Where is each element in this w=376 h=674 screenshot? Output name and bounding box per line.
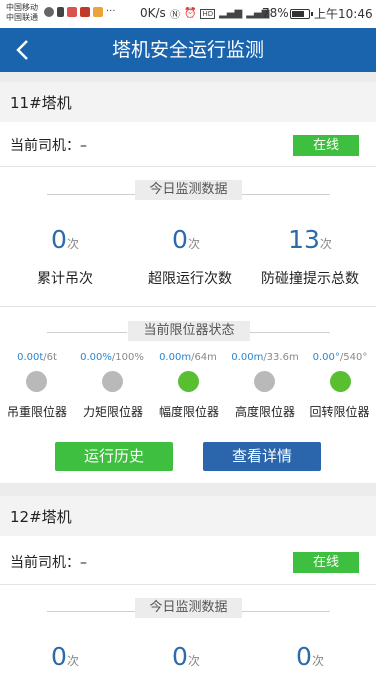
limiter-status-dot (178, 371, 199, 392)
limiter-max: /6t (43, 352, 57, 363)
stat-label: 超限运行次数 (148, 271, 232, 287)
limiter-name: 高度限位器 (234, 405, 295, 419)
stat-value: 0 (51, 225, 67, 254)
wechat-icon (44, 6, 54, 17)
limiter-current: 0.00m (159, 352, 192, 363)
limiter-current: 0.00t (17, 352, 44, 363)
back-arrow-glyph (16, 40, 28, 60)
current-driver: 当前司机：– (10, 555, 87, 571)
stat-unit: 次 (187, 654, 200, 668)
limiter-value-moment: 0.00%/100% (76, 352, 148, 363)
divider (0, 166, 376, 167)
app-icon (67, 6, 77, 17)
clock: 上午10:46 (314, 7, 373, 21)
stat-unit: 次 (66, 237, 79, 251)
notification-icons: ··· (44, 6, 116, 17)
page-title: 塔机安全运行监测 (111, 39, 264, 61)
limiter-name: 幅度限位器 (158, 405, 219, 419)
stat-label: 防碰撞提示总数 (261, 271, 359, 287)
limiter-name: 吊重限位器 (6, 405, 67, 419)
limiter-max: /100% (111, 352, 144, 363)
battery-percent: 78% (262, 6, 289, 20)
status-bar: 中国移动 中国联通 ··· 0K/s Ⓝ ⏰ HD ▂▄▆ ▂▄▆ 78% 上午… (0, 0, 376, 28)
stat-unit: 次 (66, 654, 79, 668)
online-status-badge: 在线 (293, 135, 359, 156)
crane-card-header: 12#塔机 (0, 496, 376, 536)
stat-value: 0 (172, 642, 188, 671)
stat-value: 13 (288, 225, 320, 254)
system-icons: Ⓝ ⏰ HD ▂▄▆ ▂▄▆ (170, 6, 269, 21)
section-rule-right (242, 611, 330, 612)
carrier-labels: 中国移动 中国联通 (6, 3, 38, 23)
run-history-button[interactable]: 运行历史 (55, 442, 173, 471)
carrier-1: 中国移动 (6, 3, 38, 12)
limiter-status-dot (102, 371, 123, 392)
limiter-value-slewing: 0.00°/540° (304, 352, 376, 363)
divider (0, 584, 376, 585)
limiter-status-title: 当前限位器状态 (128, 321, 250, 341)
limiter-status-dot (26, 371, 47, 392)
section-rule-left (47, 611, 135, 612)
stat-label: 累计吊次 (37, 271, 93, 287)
today-data-title: 今日监测数据 (135, 598, 242, 618)
current-driver: 当前司机：– (10, 138, 87, 154)
gallery-icon (93, 6, 103, 17)
hd-icon: HD (200, 8, 216, 19)
stat-value: 0 (172, 225, 188, 254)
limiter-value-radius: 0.00m/64m (152, 352, 224, 363)
more-icon: ··· (106, 6, 116, 17)
stat-lift-count: 0次 (20, 225, 110, 254)
view-details-button[interactable]: 查看详情 (203, 442, 321, 471)
nfc-icon: Ⓝ (170, 10, 180, 21)
stat-unit: 次 (311, 654, 324, 668)
online-status-badge: 在线 (293, 552, 359, 573)
limiter-max: /33.6m (263, 352, 299, 363)
section-rule-left (47, 332, 127, 333)
limiter-value-load: 0.00t/6t (1, 352, 73, 363)
stat-overlimit-count: 0次 (141, 225, 231, 254)
crane-card-body: 当前司机：– 在线 今日监测数据 0次 0次 0次 (0, 536, 376, 674)
carrier-2: 中国联通 (6, 13, 38, 22)
sim-icon (57, 6, 64, 17)
battery-fill (292, 11, 305, 17)
limiter-value-height: 0.00m/33.6m (227, 352, 303, 363)
limiter-status-dot (330, 371, 351, 392)
limiter-name: 回转限位器 (309, 405, 370, 419)
divider (0, 306, 376, 307)
section-rule-right (242, 194, 330, 195)
limiter-current: 0.00m (231, 352, 264, 363)
network-speed: 0K/s (140, 6, 166, 20)
battery-icon (290, 9, 313, 19)
signal-icon: ▂▄▆ (219, 8, 243, 19)
today-data-title: 今日监测数据 (135, 180, 242, 200)
stat-anticollision-count: 0次 (260, 642, 360, 671)
section-rule-left (47, 194, 135, 195)
alarm-icon: ⏰ (184, 8, 197, 19)
stat-overlimit-count: 0次 (141, 642, 231, 671)
crane-name: 12#塔机 (10, 508, 72, 526)
stat-unit: 次 (319, 237, 332, 251)
limiter-current: 0.00° (312, 352, 340, 363)
crane-card-body: 当前司机：– 在线 今日监测数据 0次 0次 13次 累计吊次 超限运行次数 防… (0, 122, 376, 483)
back-arrow-icon[interactable] (10, 36, 38, 64)
crane-name: 11#塔机 (10, 94, 72, 112)
stat-lift-count: 0次 (20, 642, 110, 671)
stat-value: 0 (51, 642, 67, 671)
stat-unit: 次 (187, 237, 200, 251)
limiter-max: /540° (339, 352, 368, 363)
limiter-status-dot (254, 371, 275, 392)
limiter-max: /64m (191, 352, 217, 363)
limiter-name: 力矩限位器 (82, 405, 143, 419)
app-icon-2 (80, 6, 90, 17)
app-bar: 塔机安全运行监测 (0, 28, 376, 72)
crane-card-header: 11#塔机 (0, 82, 376, 122)
stat-anticollision-count: 13次 (260, 225, 360, 254)
section-rule-right (250, 332, 330, 333)
stat-value: 0 (296, 642, 312, 671)
limiter-current: 0.00% (80, 352, 112, 363)
